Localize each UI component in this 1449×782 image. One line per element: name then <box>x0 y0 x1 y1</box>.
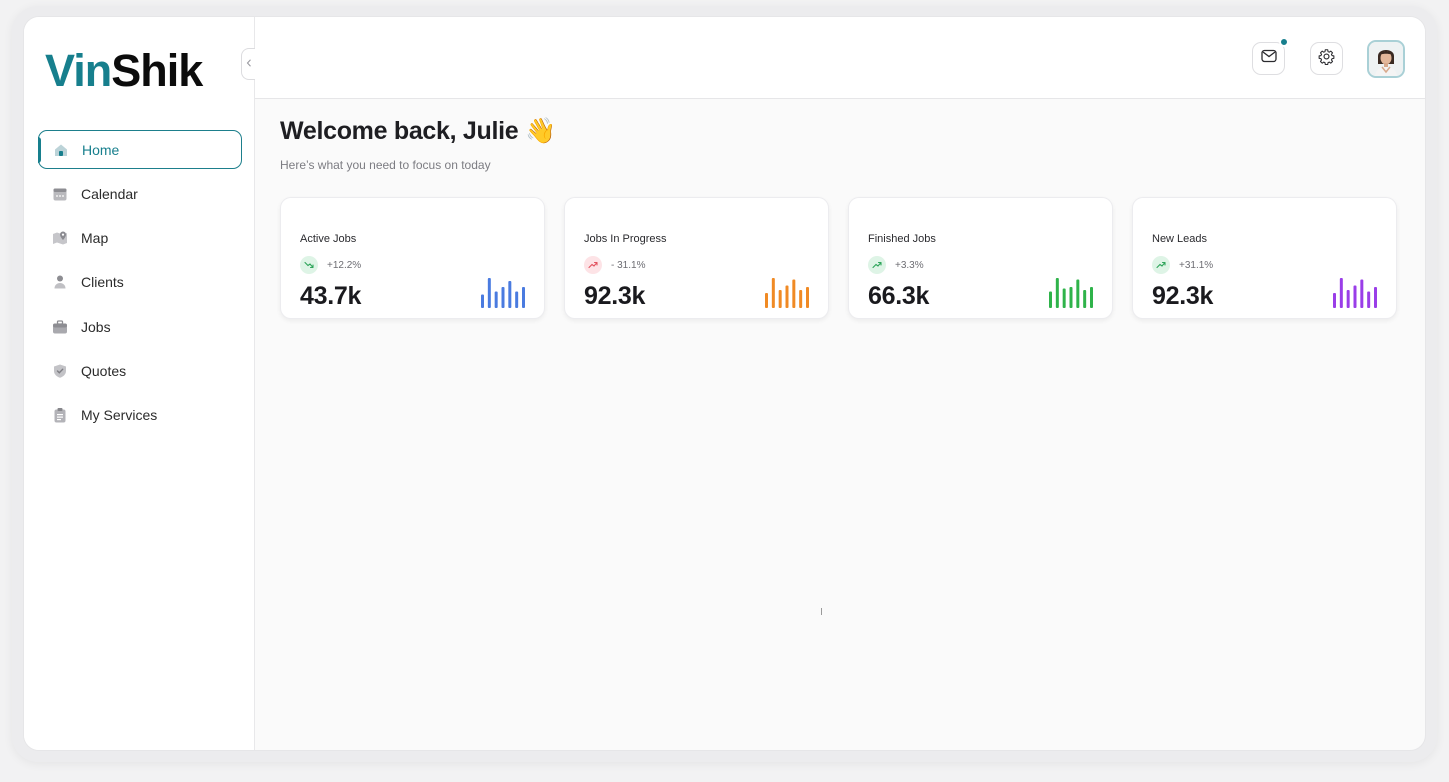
card-value: 92.3k <box>584 282 646 310</box>
mini-bar <box>1346 290 1350 308</box>
map-icon <box>52 230 68 246</box>
card-title: Finished Jobs <box>868 233 936 245</box>
sidebar-nav: Home Calendar Map Clients Jobs Quotes My… <box>38 130 242 440</box>
sidebar-item-jobs[interactable]: Jobs <box>38 307 242 346</box>
card-title: Jobs In Progress <box>584 233 667 245</box>
mini-bar <box>515 291 519 308</box>
sidebar-item-home[interactable]: Home <box>38 130 242 169</box>
logo[interactable]: VinShik <box>45 45 203 97</box>
mini-bar <box>1374 287 1377 308</box>
sidebar-item-label: Calendar <box>81 185 138 202</box>
trend-up-icon <box>1152 256 1170 274</box>
mini-bar <box>1367 291 1371 308</box>
sidebar-item-my-services[interactable]: My Services <box>38 396 242 435</box>
app-window: VinShik Home Calendar Map Clients Jobs Q… <box>23 16 1426 751</box>
sidebar-item-label: My Services <box>81 407 158 424</box>
messages-button[interactable] <box>1252 37 1289 75</box>
mini-bar <box>1360 279 1364 308</box>
clipboard-icon <box>52 407 68 423</box>
sidebar-item-label: Quotes <box>81 362 127 379</box>
home-icon <box>53 142 69 158</box>
sidebar-item-map[interactable]: Map <box>38 219 242 258</box>
mini-bar <box>501 287 505 308</box>
mini-bar-chart <box>1333 278 1377 308</box>
card-title: New Leads <box>1152 233 1208 245</box>
mini-bar <box>785 285 789 308</box>
mail-icon <box>1260 49 1277 68</box>
sidebar-item-calendar[interactable]: Calendar <box>38 174 242 213</box>
mini-bar <box>494 291 498 308</box>
sidebar-collapse-button[interactable] <box>241 48 255 80</box>
sidebar-item-label: Home <box>82 141 120 158</box>
mini-bar <box>806 287 809 308</box>
trend-indicator: +12.2% <box>300 256 361 274</box>
mini-bar <box>1076 279 1080 308</box>
mini-bar <box>1353 285 1357 308</box>
mini-bar <box>508 281 512 308</box>
stats-cards: Active Jobs +12.2% 43.7k Jobs In Progres… <box>280 197 1397 319</box>
user-icon <box>52 274 68 290</box>
notification-dot <box>1279 37 1289 47</box>
settings-button[interactable] <box>1310 42 1343 75</box>
mini-bar-chart <box>481 278 525 308</box>
trend-indicator: - 31.1% <box>584 256 645 274</box>
shield-icon <box>52 363 68 379</box>
mini-bar <box>481 294 484 308</box>
mini-bar <box>765 293 768 308</box>
mini-bar <box>1090 287 1093 308</box>
trend-indicator: +31.1% <box>1152 256 1213 274</box>
mini-bar <box>799 290 803 308</box>
trend-value: - 31.1% <box>611 259 646 271</box>
top-header <box>255 17 1425 99</box>
mini-bar <box>1062 288 1066 308</box>
sidebar-item-label: Jobs <box>81 318 111 335</box>
calendar-icon <box>52 186 68 202</box>
logo-part-2: Shik <box>111 45 203 96</box>
mini-bar <box>1069 287 1073 308</box>
trend-up-icon <box>868 256 886 274</box>
sidebar-item-label: Map <box>81 230 109 247</box>
stat-card-finished-jobs[interactable]: Finished Jobs +3.3% 66.3k <box>848 197 1113 319</box>
sidebar: VinShik Home Calendar Map Clients Jobs Q… <box>24 17 255 750</box>
stat-card-jobs-in-progress[interactable]: Jobs In Progress - 31.1% 92.3k <box>564 197 829 319</box>
main-content: Welcome back, Julie 👋 Here’s what you ne… <box>280 117 1425 319</box>
page-title: Welcome back, Julie 👋 <box>280 117 556 145</box>
trend-value: +3.3% <box>895 259 924 271</box>
mini-bar <box>792 279 796 308</box>
sidebar-item-quotes[interactable]: Quotes <box>38 351 242 390</box>
sidebar-item-label: Clients <box>81 274 124 291</box>
chevron-left-icon <box>246 58 252 70</box>
gear-icon <box>1318 48 1335 70</box>
mini-bar-chart <box>1049 278 1093 308</box>
trend-up-icon <box>584 256 602 274</box>
briefcase-icon <box>52 319 68 335</box>
trend-value: +31.1% <box>1179 259 1214 271</box>
mini-bar <box>487 278 491 308</box>
mini-bar <box>1049 291 1052 308</box>
sidebar-item-clients[interactable]: Clients <box>38 263 242 302</box>
page-subtitle: Here’s what you need to focus on today <box>280 158 491 172</box>
mini-bar <box>522 287 525 308</box>
mini-bar <box>1333 293 1336 308</box>
mini-bar <box>1339 278 1343 308</box>
logo-part-1: Vin <box>45 45 112 96</box>
stat-card-new-leads[interactable]: New Leads +31.1% 92.3k <box>1132 197 1397 319</box>
mini-bar <box>771 278 775 308</box>
mini-bar <box>1083 290 1087 308</box>
card-value: 66.3k <box>868 282 930 310</box>
trend-indicator: +3.3% <box>868 256 924 274</box>
stat-card-active-jobs[interactable]: Active Jobs +12.2% 43.7k <box>280 197 545 319</box>
mini-bar-chart <box>765 278 809 308</box>
card-value: 43.7k <box>300 282 362 310</box>
mini-bar <box>778 290 782 308</box>
trend-down-icon <box>300 256 318 274</box>
trend-value: +12.2% <box>327 259 362 271</box>
mini-bar <box>1055 278 1059 308</box>
card-value: 92.3k <box>1152 282 1214 310</box>
cursor-mark <box>821 608 822 615</box>
user-avatar[interactable] <box>1367 40 1405 78</box>
card-title: Active Jobs <box>300 233 357 245</box>
